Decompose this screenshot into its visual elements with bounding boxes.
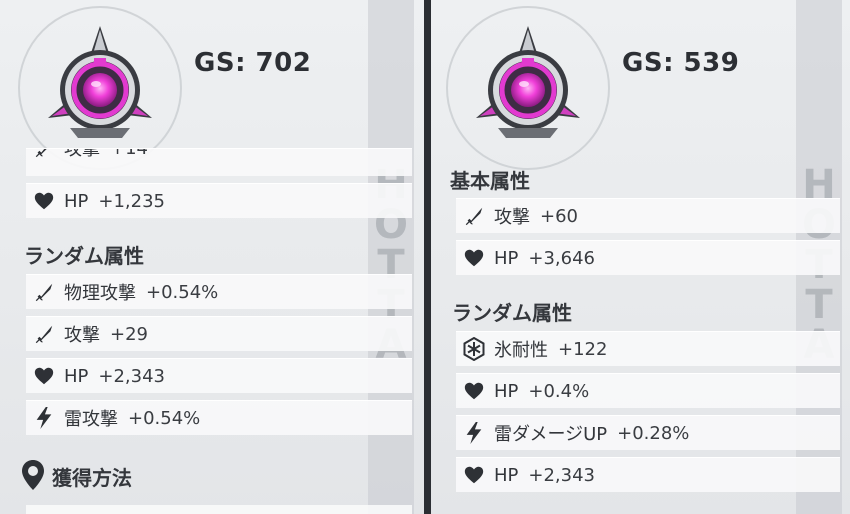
stat-row: 雷ダメージUP +0.28% (456, 415, 840, 450)
heart-icon (462, 246, 486, 270)
stat-value: +0.4% (528, 380, 590, 402)
stat-row: HP +2,343 (26, 358, 412, 393)
random-attributes-title: ランダム属性 (24, 244, 144, 268)
watermark-text: HOTTA (368, 0, 414, 514)
stat-name: 攻撃 (64, 325, 100, 346)
basic-attributes-title: 基本属性 (450, 169, 530, 193)
item-panel-left: HOTTA GS: 702 攻撃 +14 HP +1,235 ランダム属性 物理… (0, 0, 424, 514)
random-attributes-title: ランダム属性 (452, 301, 572, 325)
ice-resist-icon (462, 337, 486, 361)
stat-name: HP (64, 365, 89, 387)
stat-name: HP (494, 464, 519, 486)
stat-name: 氷耐性 (494, 340, 548, 361)
stat-row: 雷攻撃 +0.54% (26, 400, 412, 435)
stat-value: +2,343 (98, 365, 166, 387)
sword-icon (32, 322, 56, 346)
stat-name: HP (494, 380, 519, 402)
stat-value: +60 (540, 205, 578, 227)
heart-icon (32, 189, 56, 213)
item-emblem-icon (446, 6, 610, 170)
stat-name: HP (64, 190, 89, 212)
location-pin-icon (20, 459, 46, 491)
stat-value: +1,235 (98, 190, 166, 212)
stat-value: +0.28% (617, 422, 690, 444)
stat-row: 攻撃 +60 (456, 198, 840, 233)
stat-row: HP +3,646 (456, 240, 840, 275)
acquisition-method-title: 獲得方法 (52, 466, 132, 490)
stat-row-partial: 攻撃 +14 (26, 148, 412, 176)
stat-name: 雷ダメージUP (494, 424, 608, 445)
lightning-icon (462, 421, 486, 445)
stat-value: +14 (110, 148, 148, 159)
stat-value: +3,646 (528, 247, 596, 269)
item-emblem-icon (18, 6, 182, 170)
panel-divider (424, 0, 431, 514)
stat-value: +122 (558, 338, 608, 360)
stat-row: 氷耐性 +122 (456, 331, 840, 366)
stat-value: +29 (110, 323, 148, 345)
gear-score-label: GS: 702 (194, 48, 312, 78)
gear-score-label: GS: 539 (622, 48, 740, 78)
lightning-icon (32, 406, 56, 430)
stat-row: HP +2,343 (456, 457, 840, 492)
stat-name: 攻撃 (494, 207, 530, 228)
stat-row: 物理攻撃 +0.54% (26, 274, 412, 309)
stat-name: HP (494, 247, 519, 269)
heart-icon (32, 364, 56, 388)
stat-name: 攻撃 (64, 148, 100, 160)
sword-icon (32, 149, 56, 160)
stat-value: +0.54% (146, 281, 219, 303)
stat-row: HP +0.4% (456, 373, 840, 408)
stat-name: 物理攻撃 (64, 283, 136, 304)
stat-name: 雷攻撃 (64, 409, 118, 430)
sword-icon (32, 280, 56, 304)
sword-icon (462, 204, 486, 228)
heart-icon (462, 379, 486, 403)
stat-value: +0.54% (128, 407, 201, 429)
heart-icon (462, 463, 486, 487)
stat-row: 攻撃 +29 (26, 316, 412, 351)
acquisition-row (26, 505, 412, 514)
stat-value: +2,343 (528, 464, 596, 486)
stat-row: HP +1,235 (26, 183, 412, 218)
